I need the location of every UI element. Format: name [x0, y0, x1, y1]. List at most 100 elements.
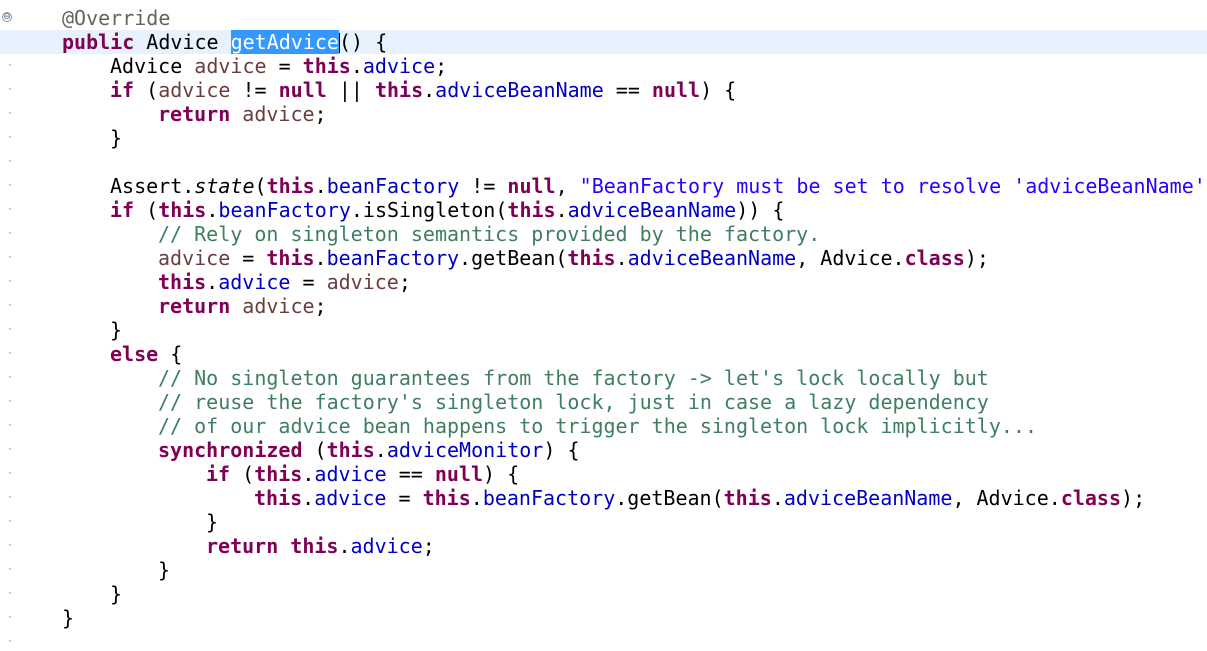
code-text: . — [374, 438, 387, 462]
code-text: . — [615, 246, 628, 270]
keyword-token: this — [507, 198, 556, 222]
code-line[interactable]: synchronized (this.adviceMonitor) { — [0, 438, 1207, 462]
code-line[interactable]: // reuse the factory's singleton lock, j… — [0, 390, 1207, 414]
code-line[interactable]: return this.advice; — [0, 534, 1207, 558]
code-text: . — [338, 534, 351, 558]
local-variable-token: advice — [158, 246, 231, 270]
code-line[interactable]: } — [0, 318, 1207, 342]
static-method-token: state — [194, 174, 255, 198]
code-line[interactable]: if (this.beanFactory.isSingleton(this.ad… — [0, 198, 1207, 222]
code-line[interactable]: advice = this.beanFactory.getBean(this.a… — [0, 246, 1207, 270]
code-text: } — [110, 318, 123, 342]
code-line[interactable]: if (advice != null || this.adviceBeanNam… — [0, 78, 1207, 102]
code-line[interactable]: } — [0, 582, 1207, 606]
code-line[interactable]: // Rely on singleton semantics provided … — [0, 222, 1207, 246]
keyword-token: if — [110, 198, 135, 222]
code-line[interactable]: else { — [0, 342, 1207, 366]
code-text: ) { — [483, 462, 520, 486]
code-text: = — [386, 486, 423, 510]
code-line[interactable]: Advice advice = this.advice; — [0, 54, 1207, 78]
code-text: != — [230, 78, 279, 102]
code-text: , — [555, 174, 580, 198]
keyword-token: null — [507, 174, 556, 198]
code-text: . — [771, 486, 784, 510]
code-text: = — [290, 270, 327, 294]
keyword-token: if — [110, 78, 135, 102]
code-line[interactable] — [0, 150, 1207, 174]
keyword-token: this — [374, 78, 424, 102]
code-text: , Advice. — [952, 486, 1061, 510]
field-token: beanFactory — [326, 174, 460, 198]
keyword-token: if — [206, 462, 231, 486]
local-variable-token: advice — [194, 54, 267, 78]
code-line[interactable]: Assert.state(this.beanFactory != null, "… — [0, 174, 1207, 198]
code-text: Advice — [110, 54, 195, 78]
code-area[interactable]: @Override public Advice getAdvice() {Advi… — [0, 6, 1207, 630]
code-text: ) { — [543, 438, 580, 462]
code-text: == — [386, 462, 435, 486]
code-line[interactable]: } — [0, 126, 1207, 150]
keyword-token: else — [110, 342, 159, 366]
annotation-token: @Override — [62, 6, 171, 30]
field-token: advice — [314, 486, 387, 510]
keyword-token: synchronized — [158, 438, 303, 462]
code-text: ; — [314, 102, 327, 126]
code-text: () { — [338, 30, 388, 54]
code-line[interactable]: } — [0, 510, 1207, 534]
code-line[interactable]: // No singleton guarantees from the fact… — [0, 366, 1207, 390]
keyword-token: class — [904, 246, 965, 270]
code-line[interactable]: // of our advice bean happens to trigger… — [0, 414, 1207, 438]
comment-token: // reuse the factory's singleton lock, j… — [158, 390, 989, 414]
code-text: .getBean( — [615, 486, 724, 510]
field-token: beanFactory — [326, 246, 460, 270]
code-text: . — [470, 486, 483, 510]
code-text: Assert. — [110, 174, 195, 198]
code-text: == — [603, 78, 652, 102]
code-text: ( — [254, 174, 267, 198]
code-line[interactable]: this.advice = advice; — [0, 270, 1207, 294]
code-text: Advice — [134, 30, 231, 54]
code-editor[interactable]: ⊖ @Override public Advice getAdvice() {Ad… — [0, 0, 1207, 651]
code-text: } — [158, 558, 171, 582]
code-text: . — [423, 78, 436, 102]
local-variable-token: advice — [158, 78, 231, 102]
keyword-token: class — [1060, 486, 1122, 510]
code-text: != — [459, 174, 508, 198]
comment-token: // No singleton guarantees from the fact… — [158, 366, 989, 390]
field-token: adviceBeanName — [567, 198, 737, 222]
code-line[interactable]: this.advice = this.beanFactory.getBean(t… — [0, 486, 1207, 510]
local-variable-token: advice — [326, 270, 399, 294]
keyword-token: this — [567, 246, 616, 270]
keyword-token: this — [302, 54, 351, 78]
keyword-token: null — [278, 78, 327, 102]
code-line[interactable]: return advice; — [0, 102, 1207, 126]
code-line[interactable]: } — [0, 558, 1207, 582]
code-text: , Advice. — [796, 246, 905, 270]
field-token: advice — [314, 462, 387, 486]
code-text: ( — [134, 78, 159, 102]
field-token: beanFactory — [218, 198, 351, 222]
keyword-token: this — [254, 486, 303, 510]
code-line[interactable]: } — [0, 606, 1207, 630]
keyword-token: this — [422, 486, 471, 510]
comment-token: // Rely on singleton semantics provided … — [158, 222, 821, 246]
code-line[interactable]: return advice; — [0, 294, 1207, 318]
code-line[interactable]: @Override — [0, 6, 1207, 30]
code-text: ; — [422, 534, 435, 558]
keyword-token: return — [158, 102, 231, 126]
current-line[interactable]: public Advice getAdvice() { — [0, 30, 1207, 54]
keyword-token: this — [723, 486, 772, 510]
code-text: . — [302, 462, 315, 486]
code-text: ( — [230, 462, 255, 486]
keyword-token: this — [158, 270, 207, 294]
keyword-token: this — [326, 438, 375, 462]
code-text: . — [350, 54, 363, 78]
local-variable-token: advice — [242, 294, 315, 318]
code-text: . — [302, 486, 315, 510]
code-text: . — [206, 198, 219, 222]
code-text: ); — [964, 246, 989, 270]
code-text: ; — [314, 294, 327, 318]
code-line[interactable]: if (this.advice == null) { — [0, 462, 1207, 486]
field-token: adviceBeanName — [783, 486, 953, 510]
